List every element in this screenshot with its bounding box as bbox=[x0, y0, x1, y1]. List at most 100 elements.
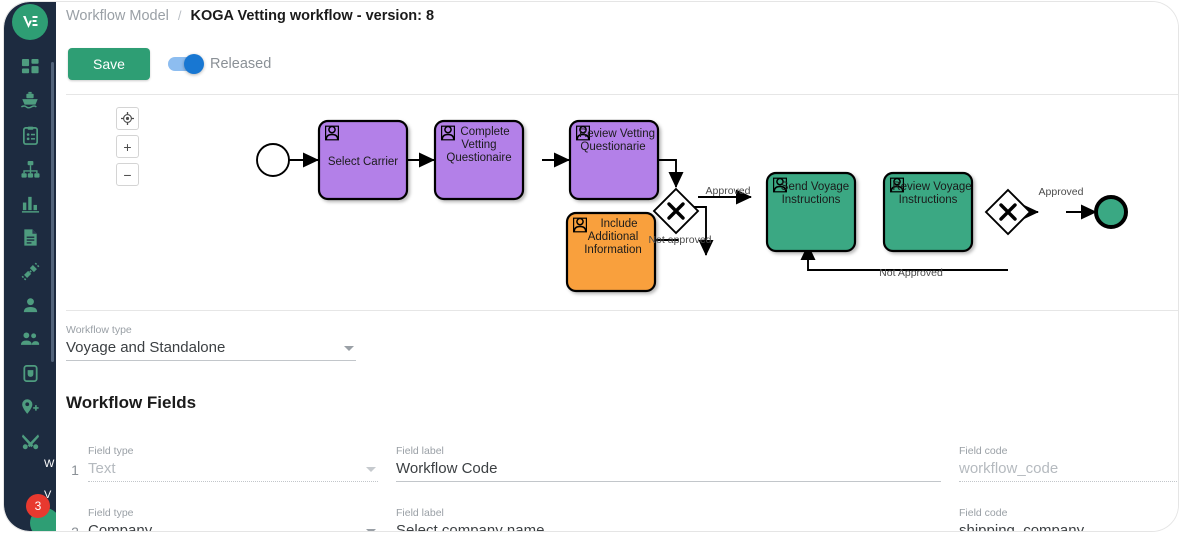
field-code-input[interactable]: shipping_company bbox=[959, 520, 1178, 531]
breadcrumb-parent[interactable]: Workflow Model bbox=[66, 8, 169, 24]
bpmn-task-include-info[interactable]: Include Additional Information bbox=[565, 211, 657, 293]
app-logo[interactable] bbox=[12, 4, 48, 40]
bpmn-task-label-line2: Questionarie bbox=[580, 141, 645, 153]
person-icon bbox=[23, 297, 37, 312]
bpmn-task-label-line1: Review Vetting bbox=[579, 128, 655, 140]
zoom-in-button[interactable]: + bbox=[116, 135, 139, 158]
bpmn-gateway-1[interactable] bbox=[652, 187, 700, 235]
field-type-value: Text bbox=[88, 460, 116, 477]
workflow-fields-list: 1 Field type Text Field label Workflow C… bbox=[66, 420, 1178, 531]
ship-icon bbox=[20, 91, 38, 109]
row-number: 2 bbox=[66, 524, 84, 531]
bpmn-task-label-line1: Include bbox=[600, 218, 637, 230]
sidebar-item-tools[interactable] bbox=[4, 424, 56, 458]
chevron-down-icon bbox=[366, 528, 376, 531]
bpmn-end-event[interactable] bbox=[1094, 195, 1128, 229]
sitemap-icon bbox=[20, 160, 40, 178]
field-label-input[interactable]: Workflow Code bbox=[396, 458, 941, 480]
breadcrumb-separator: / bbox=[177, 8, 182, 23]
field-code-cell[interactable]: Field code workflow_code bbox=[959, 445, 1178, 482]
field-code-input[interactable]: workflow_code bbox=[959, 458, 1178, 480]
tools-icon bbox=[21, 433, 39, 449]
field-label-input[interactable]: Select company name bbox=[396, 520, 941, 531]
field-label-cell[interactable]: Field label Select company name bbox=[396, 507, 941, 531]
sidebar-items bbox=[4, 50, 56, 458]
sidebar-rail: W V 3 bbox=[4, 2, 56, 531]
row-number: 1 bbox=[71, 462, 79, 478]
field-code-cell[interactable]: Field code shipping_company bbox=[959, 507, 1178, 531]
workflow-type-select[interactable]: Voyage and Standalone bbox=[66, 337, 356, 359]
sidebar-item-add-location[interactable] bbox=[4, 390, 56, 424]
document-icon bbox=[23, 228, 37, 246]
bpmn-task-label-line2: Additional bbox=[588, 231, 639, 243]
sidebar-item-documents[interactable] bbox=[4, 220, 56, 254]
chevron-down-icon bbox=[344, 345, 354, 351]
field-type-cell[interactable]: Field type Company bbox=[88, 507, 378, 531]
dashboard-icon bbox=[21, 58, 39, 73]
field-label-caption: Field label bbox=[396, 445, 444, 457]
bpmn-task-label-line2: Vetting bbox=[461, 139, 496, 151]
bpmn-edge-label-not-approved-1: Not approved bbox=[648, 234, 711, 246]
bpmn-task-label-line1: Send Voyage bbox=[781, 181, 849, 193]
released-toggle-label: Released bbox=[210, 56, 272, 72]
toolbar: Save Released bbox=[68, 48, 271, 80]
app-window: W V 3 Workflow Model / KOGA Vetting work… bbox=[0, 0, 1182, 533]
field-type-value: Company bbox=[88, 522, 153, 531]
bpmn-task-complete-vetting[interactable]: Complete Vetting Questionaire bbox=[433, 119, 525, 201]
sidebar-item-hierarchy[interactable] bbox=[4, 152, 56, 186]
bpmn-task-label-line1: Complete bbox=[460, 126, 509, 138]
bpmn-task-review-vetting[interactable]: Review Vetting Questionarie bbox=[568, 119, 660, 201]
sidebar-item-cargo[interactable] bbox=[4, 356, 56, 390]
bpmn-task-send-voyage[interactable]: Send Voyage Instructions bbox=[765, 171, 857, 253]
sidebar-clipped-label-1: W bbox=[44, 458, 55, 470]
bpmn-start-event[interactable] bbox=[256, 143, 290, 177]
save-button[interactable]: Save bbox=[68, 48, 150, 80]
sidebar-item-dashboard[interactable] bbox=[4, 50, 56, 84]
canvas-controls: + − bbox=[116, 107, 139, 186]
table-row: 2 Field type Company Field label Select … bbox=[66, 482, 1178, 531]
main-content: Workflow Model / KOGA Vetting workflow -… bbox=[56, 2, 1178, 531]
map-pin-plus-icon bbox=[22, 399, 39, 414]
people-icon bbox=[20, 332, 40, 345]
field-code-caption: Field code bbox=[959, 445, 1008, 457]
sidebar-item-teams[interactable] bbox=[4, 322, 56, 356]
bpmn-task-label: Select Carrier bbox=[328, 156, 398, 168]
bpmn-task-label-line1: Review Voyage bbox=[892, 181, 971, 193]
released-toggle[interactable]: Released bbox=[168, 54, 272, 74]
notification-badge[interactable]: 3 bbox=[26, 494, 50, 518]
bpmn-task-label-line3: Questionaire bbox=[446, 152, 511, 164]
field-type-caption: Field type bbox=[88, 445, 134, 457]
sidebar-scrollbar[interactable] bbox=[51, 62, 54, 362]
bpmn-task-select-carrier[interactable]: Select Carrier bbox=[317, 119, 409, 201]
sidebar-item-analytics[interactable] bbox=[4, 186, 56, 220]
zoom-out-button[interactable]: − bbox=[116, 163, 139, 186]
bar-chart-icon bbox=[21, 196, 39, 213]
field-code-caption: Field code bbox=[959, 507, 1008, 519]
workflow-type-field[interactable]: Workflow type Voyage and Standalone bbox=[66, 324, 356, 361]
plug-icon bbox=[21, 262, 39, 280]
app-shell: W V 3 Workflow Model / KOGA Vetting work… bbox=[4, 2, 1178, 531]
bpmn-diagram: Select Carrier Complete Vetting Question… bbox=[256, 119, 1128, 293]
toggle-knob bbox=[184, 54, 204, 74]
field-type-cell[interactable]: Field type Text bbox=[88, 445, 378, 482]
bpmn-task-label-line3: Information bbox=[584, 244, 642, 256]
field-type-caption: Field type bbox=[88, 507, 134, 519]
sidebar-item-user[interactable] bbox=[4, 288, 56, 322]
toggle-track bbox=[168, 54, 204, 74]
bpmn-edge-label-not-approved-2: Not Approved bbox=[879, 267, 943, 279]
field-type-select[interactable]: Company bbox=[88, 520, 378, 531]
bpmn-gateway-2[interactable] bbox=[984, 188, 1032, 236]
bpmn-task-review-voyage[interactable]: Review Voyage Instructions bbox=[882, 171, 974, 253]
workflow-type-value: Voyage and Standalone bbox=[66, 339, 226, 356]
bpmn-task-label-line2: Instructions bbox=[782, 194, 841, 206]
sidebar-item-vessels[interactable] bbox=[4, 84, 56, 118]
bpmn-canvas[interactable]: Select Carrier Complete Vetting Question… bbox=[66, 94, 1178, 311]
field-type-select[interactable]: Text bbox=[88, 458, 378, 480]
fit-to-view-button[interactable] bbox=[116, 107, 139, 130]
sidebar-item-connections[interactable] bbox=[4, 254, 56, 288]
field-label-cell[interactable]: Field label Workflow Code bbox=[396, 445, 941, 482]
chevron-down-icon bbox=[366, 466, 376, 472]
sidebar-item-reports[interactable] bbox=[4, 118, 56, 152]
field-label-caption: Field label bbox=[396, 507, 444, 519]
crosshair-icon bbox=[121, 112, 134, 125]
